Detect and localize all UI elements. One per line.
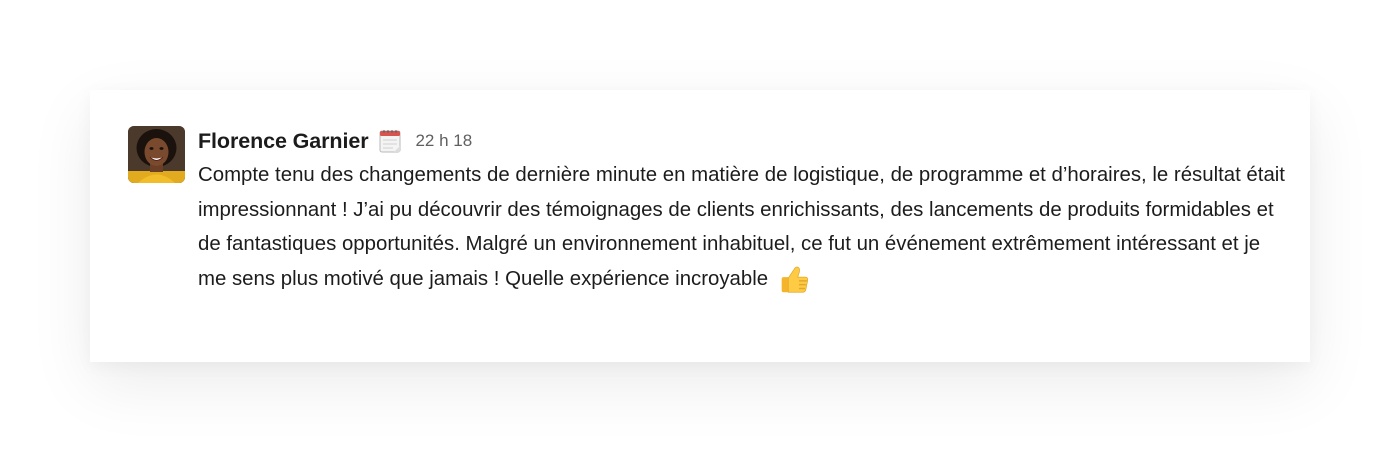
thumbs-up-icon — [781, 266, 809, 293]
message-tail: expérience incroyable — [570, 262, 810, 297]
user-avatar[interactable] — [128, 126, 185, 183]
message-body-end: expérience incroyable — [569, 267, 769, 290]
message-content: Florence Garnier 22 h 18 Compte tenu des… — [198, 126, 1293, 296]
timestamp[interactable]: 22 h 18 — [415, 131, 472, 151]
calendar-icon — [379, 130, 401, 153]
message-card: Florence Garnier 22 h 18 Compte tenu des… — [90, 90, 1310, 362]
message-text: Compte tenu des changements de dernière … — [198, 158, 1293, 296]
message-header: Florence Garnier 22 h 18 — [198, 126, 1293, 156]
author-name[interactable]: Florence Garnier — [198, 129, 369, 154]
